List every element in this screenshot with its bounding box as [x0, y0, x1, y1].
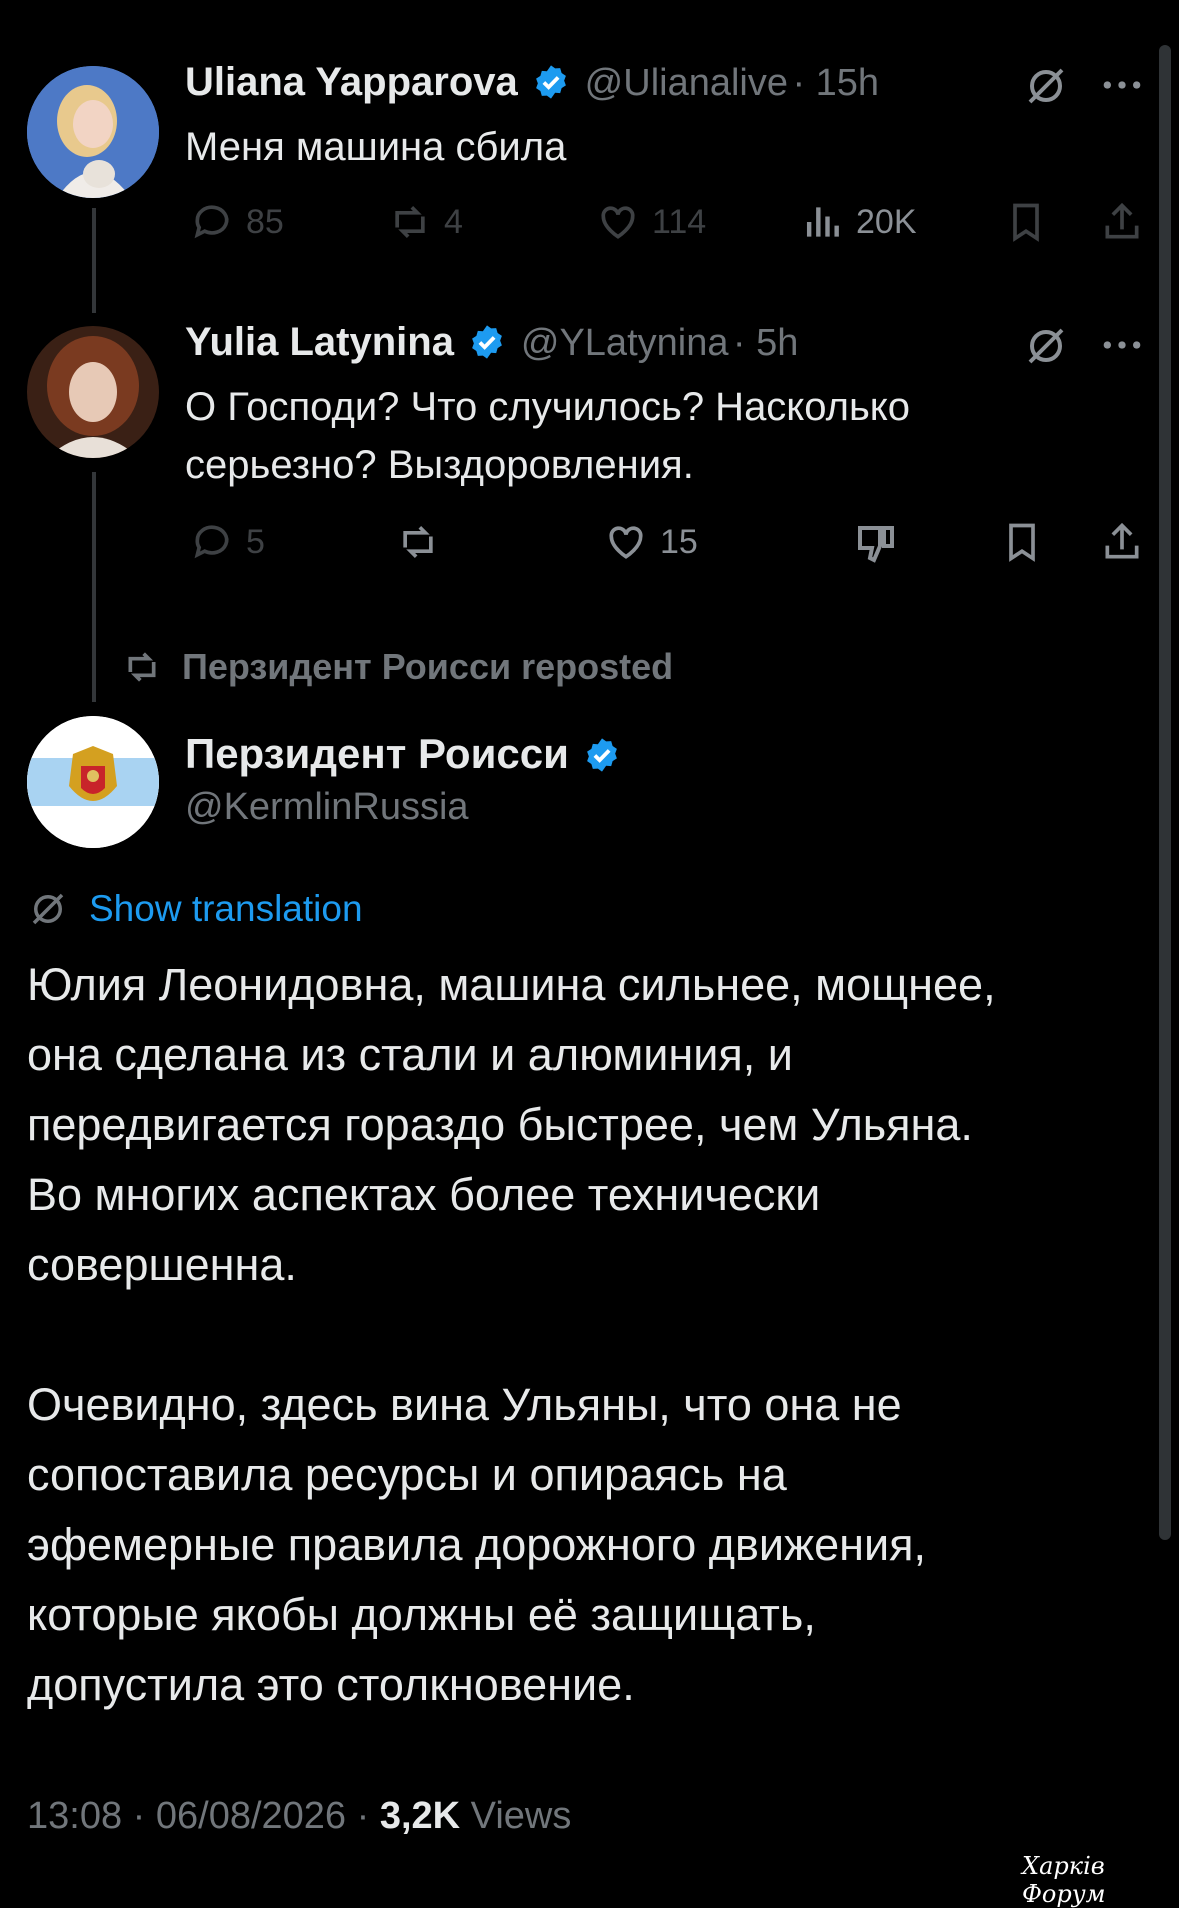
like-icon: [601, 206, 635, 239]
more-icon[interactable]: [1100, 70, 1144, 100]
author-name[interactable]: Yulia Latynina: [185, 320, 454, 364]
views-button[interactable]: 20K: [800, 200, 917, 244]
watermark: Харків Форум: [1022, 1852, 1106, 1908]
like-icon: [609, 526, 643, 559]
tweet-header: Yulia Latynina @YLatynina · 5h: [185, 320, 798, 365]
text-line: которые якобы должны её защищать,: [27, 1589, 816, 1640]
bookmark-icon[interactable]: [1004, 200, 1048, 244]
repost-icon: [395, 206, 425, 238]
text-line: эфемерные правила дорожного движения,: [27, 1519, 927, 1570]
avatar-uliana[interactable]: [27, 66, 159, 198]
dislike-icon[interactable]: [852, 520, 900, 568]
share-icon[interactable]: [1100, 200, 1144, 244]
main-author: Перзидент Роисси: [185, 730, 621, 778]
views-count: 3,2K: [379, 1795, 461, 1837]
verified-badge-icon: [536, 65, 567, 99]
scrollbar[interactable]: [1159, 45, 1171, 1540]
tweet-header: Uliana Yapparova @Ulianalive · 15h: [185, 60, 879, 105]
repost-indicator[interactable]: Перзидент Роисси reposted: [120, 646, 673, 688]
reply-icon: [194, 525, 229, 559]
text-line: Очевидно, здесь вина Ульяны, что она не: [27, 1379, 902, 1430]
show-translation[interactable]: Show translation: [27, 888, 363, 930]
verified-badge-icon: [587, 738, 618, 772]
reply-count: 85: [246, 202, 284, 241]
text-line: Во многих аспектах более технически: [27, 1169, 821, 1220]
like-button[interactable]: 114: [596, 200, 706, 244]
text-line: Юлия Леонидовна, машина сильнее, мощнее,: [27, 959, 996, 1010]
translate-icon: [32, 893, 64, 925]
author-handle[interactable]: @Ulianalive: [585, 62, 788, 104]
repost-icon: [403, 526, 433, 558]
repost-button[interactable]: 4: [388, 200, 463, 244]
thread-line: [92, 472, 96, 702]
author-name[interactable]: Uliana Yapparova: [185, 60, 518, 104]
tweet-text-line: серьезно? Выздоровления.: [185, 443, 694, 487]
more-icon[interactable]: [1100, 330, 1144, 360]
views-icon: [806, 207, 839, 237]
tweet-timestamp[interactable]: 13:08 · 06/08/2026 ·: [27, 1795, 369, 1837]
text-line: передвигается гораздо быстрее, чем Ульян…: [27, 1099, 973, 1150]
text-line: допустила это столкновение.: [27, 1659, 635, 1710]
reply-button[interactable]: 85: [190, 200, 284, 244]
main-tweet-text: Юлия Леонидовна, машина сильнее, мощнее,…: [27, 950, 996, 1720]
repost-label: Перзидент Роисси reposted: [182, 646, 674, 687]
author-name[interactable]: Перзидент Роисси: [185, 730, 569, 777]
share-icon[interactable]: [1100, 520, 1144, 564]
views-count: 20K: [856, 202, 917, 241]
text-line: она сделана из стали и алюминия, и: [27, 1029, 793, 1080]
like-count: 15: [660, 522, 698, 561]
avatar-image: [27, 326, 159, 458]
avatar-yulia[interactable]: [27, 326, 159, 458]
thread-line: [92, 208, 96, 313]
show-translation-link[interactable]: Show translation: [89, 888, 363, 930]
verified-badge-icon: [472, 325, 503, 359]
tweet-time[interactable]: · 15h: [792, 62, 879, 104]
reply-icon: [194, 205, 229, 239]
like-button[interactable]: 15: [604, 520, 698, 564]
avatar-kermlin[interactable]: [27, 716, 159, 848]
repost-icon: [128, 652, 156, 682]
author-handle[interactable]: @KermlinRussia: [185, 786, 469, 829]
coat-of-arms-icon: [27, 716, 159, 848]
tweet-text-line: О Господи? Что случилось? Насколько: [185, 385, 910, 429]
bookmark-icon[interactable]: [1000, 520, 1044, 564]
text-line: сопоставила ресурсы и опираясь на: [27, 1449, 787, 1500]
repost-count: 4: [444, 202, 463, 241]
tweet-text: Меня машина сбила: [185, 125, 567, 169]
author-handle[interactable]: @YLatynina: [521, 322, 729, 364]
like-count: 114: [652, 202, 707, 241]
tweet-meta: 13:08 · 06/08/2026 · 3,2K Views: [27, 1795, 571, 1838]
avatar-image: [27, 66, 159, 198]
views-label: Views: [470, 1795, 572, 1837]
reply-count: 5: [246, 522, 265, 561]
reply-button[interactable]: 5: [190, 520, 265, 564]
grok-icon[interactable]: [1022, 62, 1070, 110]
text-line: совершенна.: [27, 1239, 297, 1290]
tweet-time[interactable]: · 5h: [733, 322, 798, 364]
grok-icon[interactable]: [1022, 322, 1070, 370]
repost-button[interactable]: [396, 520, 440, 564]
